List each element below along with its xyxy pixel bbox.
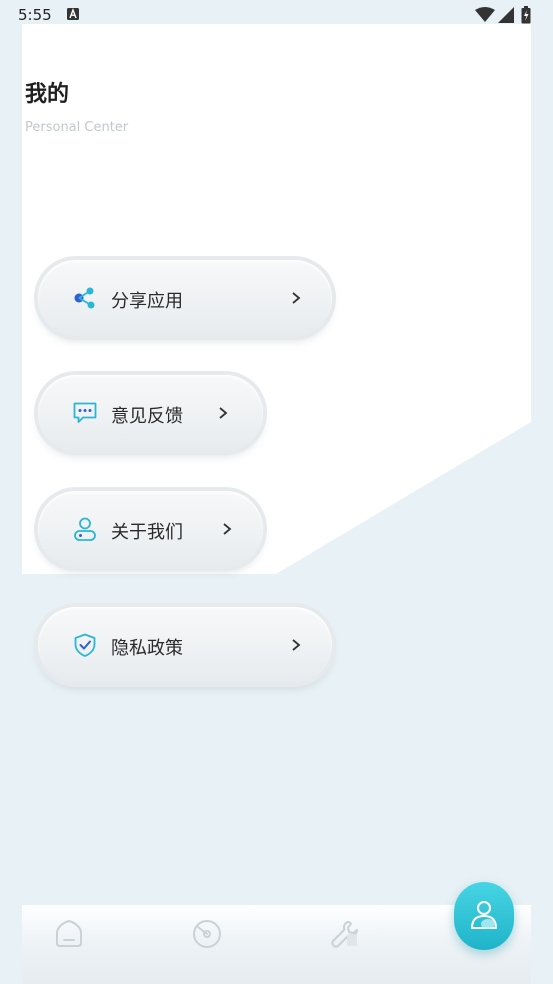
menu-item-share-app[interactable]: 分享应用 — [38, 260, 332, 336]
speedometer-icon[interactable] — [191, 918, 223, 950]
wrench-icon[interactable] — [329, 918, 361, 950]
feedback-chat-icon — [73, 402, 97, 423]
menu-item-label: 意见反馈 — [111, 406, 183, 427]
shield-check-icon — [74, 633, 96, 657]
menu-item-label: 分享应用 — [111, 291, 183, 312]
menu-item-label: 关于我们 — [111, 522, 183, 543]
menu-item-about-us[interactable]: 关于我们 — [38, 491, 263, 567]
cellular-signal-icon — [498, 7, 514, 23]
status-time: 5:55 — [18, 6, 52, 24]
battery-icon — [521, 6, 531, 24]
user-profile-icon — [74, 517, 96, 541]
status-icons — [475, 6, 535, 24]
chevron-right-icon — [292, 292, 301, 304]
page-subtitle: Personal Center — [25, 120, 129, 135]
page-title: 我的 — [25, 82, 70, 107]
menu-item-privacy-policy[interactable]: 隐私政策 — [38, 607, 332, 683]
notification-a-icon — [67, 8, 79, 20]
nav-user-active[interactable] — [454, 882, 514, 950]
chevron-right-icon — [223, 523, 232, 535]
chevron-right-icon — [219, 407, 228, 419]
share-icon — [74, 287, 95, 309]
chevron-right-icon — [292, 639, 301, 651]
user-icon — [471, 901, 497, 929]
menu-item-label: 隐私政策 — [111, 638, 183, 659]
wifi-icon — [475, 7, 495, 22]
menu-item-feedback[interactable]: 意见反馈 — [38, 375, 263, 451]
home-icon[interactable] — [53, 918, 85, 950]
